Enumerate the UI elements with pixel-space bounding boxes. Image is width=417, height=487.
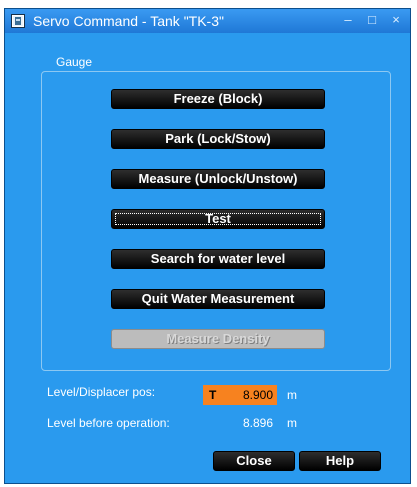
- close-button[interactable]: Close: [213, 451, 295, 471]
- quit-water-measurement-button[interactable]: Quit Water Measurement: [111, 289, 325, 309]
- maximize-icon[interactable]: □: [363, 12, 381, 28]
- test-button[interactable]: Test: [111, 209, 325, 229]
- freeze-block-button[interactable]: Freeze (Block): [111, 89, 325, 109]
- level-prefix: T: [209, 388, 217, 402]
- level-unit: m: [287, 388, 297, 402]
- level-before-value: 8.896: [243, 416, 274, 430]
- search-water-level-button[interactable]: Search for water level: [111, 249, 325, 269]
- level-before-label: Level before operation:: [47, 416, 170, 430]
- app-icon: [11, 14, 25, 28]
- measure-density-button: Measure Density: [111, 329, 325, 349]
- minimize-icon[interactable]: –: [339, 12, 357, 28]
- servo-command-dialog: Servo Command - Tank "TK-3" – □ × Gauge …: [4, 8, 411, 484]
- level-displacer-label: Level/Displacer pos:: [47, 385, 156, 399]
- level-before-unit: m: [287, 416, 297, 430]
- level-value-field: T 8.900: [203, 385, 277, 405]
- title-bar[interactable]: Servo Command - Tank "TK-3" – □ ×: [5, 9, 410, 33]
- help-button[interactable]: Help: [299, 451, 381, 471]
- level-value: 8.900: [242, 388, 273, 402]
- measure-unlock-unstow-button[interactable]: Measure (Unlock/Unstow): [111, 169, 325, 189]
- park-lock-stow-button[interactable]: Park (Lock/Stow): [111, 129, 325, 149]
- close-icon[interactable]: ×: [387, 12, 405, 28]
- window-title: Servo Command - Tank "TK-3": [33, 13, 224, 29]
- gauge-group-label: Gauge: [53, 55, 96, 69]
